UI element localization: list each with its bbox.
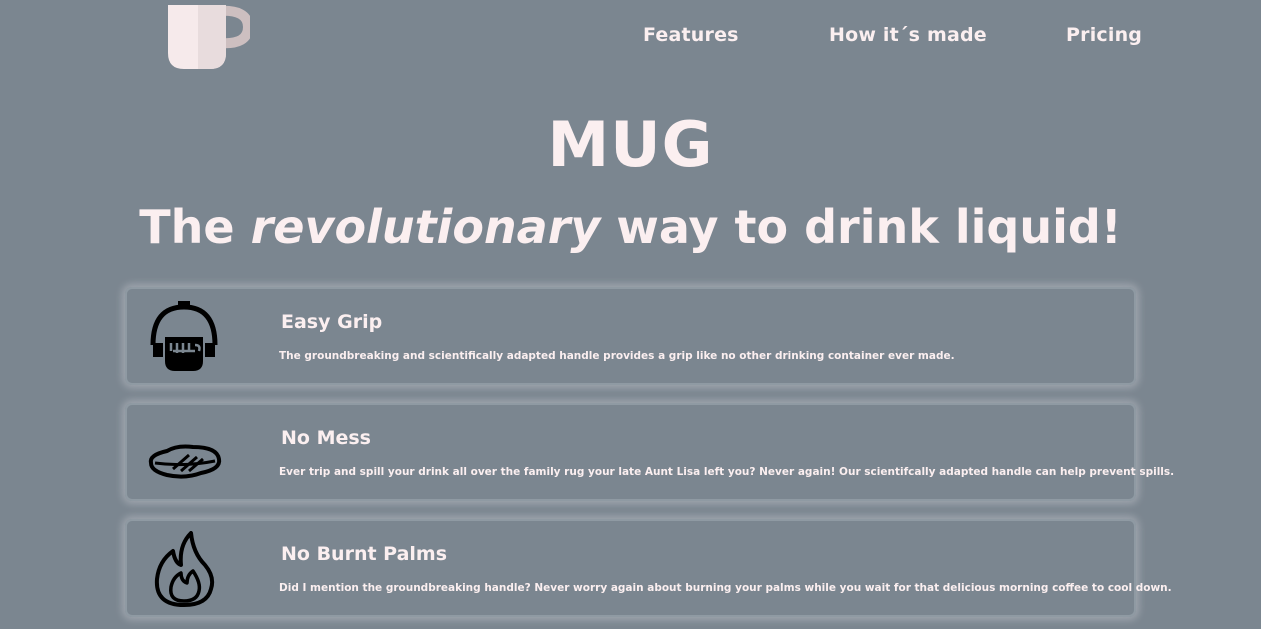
- feature-description: Ever trip and spill your drink all over …: [279, 466, 1175, 478]
- tagline-start: The: [139, 200, 251, 254]
- spill-puddle-icon: [145, 415, 223, 491]
- landing-page: Features How it´s made Pricing MUG The r…: [0, 0, 1261, 629]
- flame-icon: [145, 531, 223, 607]
- nav-how-its-made-link[interactable]: How it´s made: [829, 24, 987, 46]
- tagline-emphasis: revolutionary: [250, 200, 601, 254]
- feature-card-easy-grip: Easy Grip The groundbreaking and scienti…: [125, 287, 1136, 385]
- feature-title: No Mess: [281, 427, 371, 449]
- feature-description: The groundbreaking and scientifically ad…: [279, 350, 955, 362]
- hand-grip-icon: [145, 299, 223, 375]
- feature-title: No Burnt Palms: [281, 543, 448, 565]
- nav-features-link[interactable]: Features: [643, 24, 739, 46]
- feature-description: Did I mention the groundbreaking handle?…: [279, 582, 1172, 594]
- feature-card-no-burnt-palms: No Burnt Palms Did I mention the groundb…: [125, 519, 1172, 617]
- brand-title: MUG: [547, 108, 714, 181]
- tagline-end: way to drink liquid!: [600, 200, 1122, 254]
- nav-pricing-link[interactable]: Pricing: [1066, 24, 1142, 46]
- feature-card-no-mess: No Mess Ever trip and spill your drink a…: [125, 403, 1174, 501]
- mug-logo-icon[interactable]: [168, 5, 254, 71]
- tagline: The revolutionary way to drink liquid!: [0, 200, 1261, 254]
- feature-title: Easy Grip: [281, 311, 383, 333]
